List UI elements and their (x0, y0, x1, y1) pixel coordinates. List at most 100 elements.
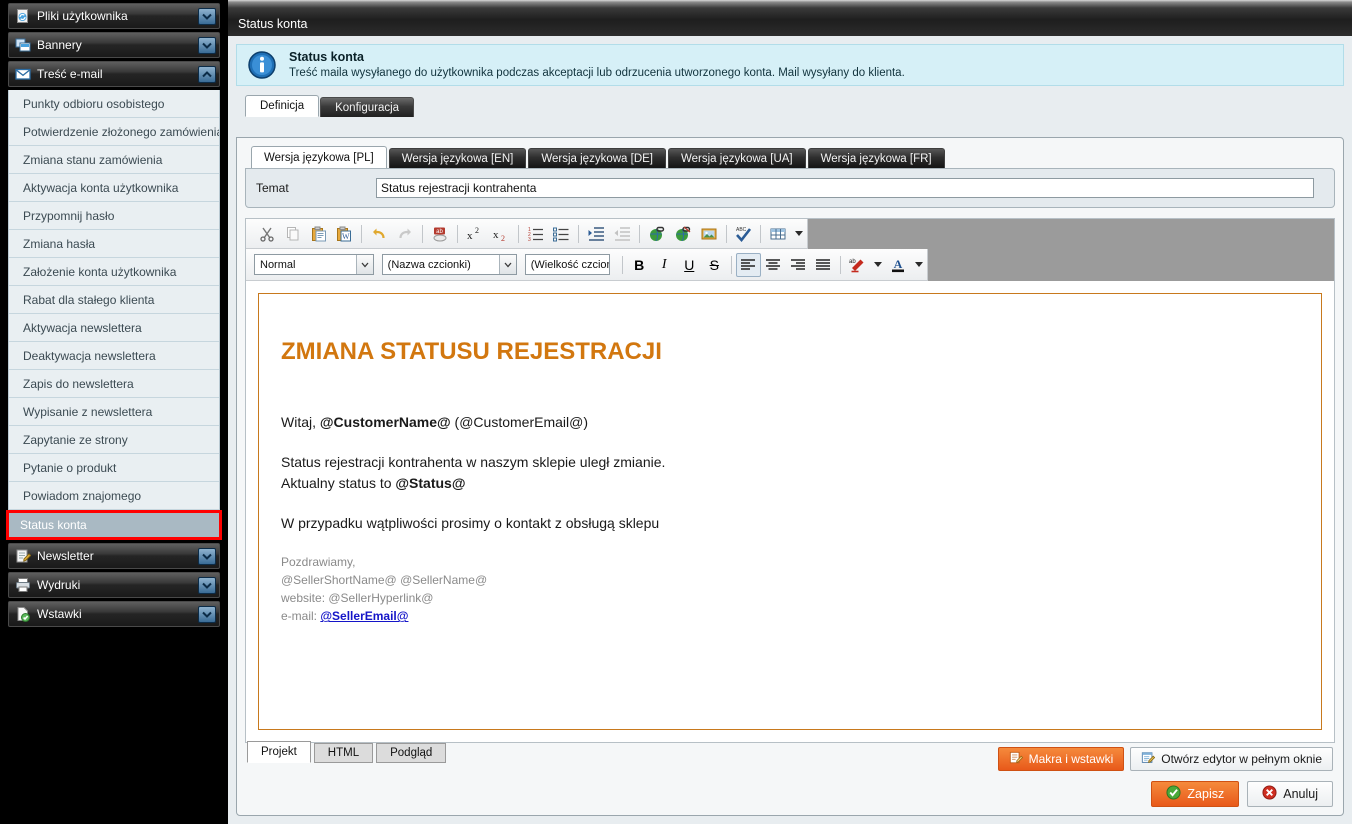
ordered-list-icon[interactable]: 123 (523, 222, 549, 246)
makra-i-wstawki-button[interactable]: Makra i wstawki (997, 747, 1125, 771)
info-title: Status konta (289, 49, 365, 64)
sidebar-item-label: Pytanie o produkt (23, 460, 117, 475)
strikethrough-button[interactable]: S (702, 253, 727, 277)
sidebar-item-punkty-odbioru[interactable]: Punkty odbioru osobistego (9, 90, 219, 118)
cancel-button[interactable]: Anuluj (1247, 781, 1333, 807)
sidebar-item-powiadom-znajomego[interactable]: Powiadom znajomego (9, 482, 219, 510)
signature-line-1: Pozdrawiamy, (281, 555, 356, 570)
svg-text:3: 3 (528, 237, 531, 242)
insert-image-icon[interactable] (696, 222, 722, 246)
sidebar-group-tresc-email[interactable]: Treść e-mail (8, 61, 220, 87)
sidebar-item-zmiana-stanu-zamowienia[interactable]: Zmiana stanu zamówienia (9, 146, 219, 174)
sidebar-item-aktywacja-konta[interactable]: Aktywacja konta użytkownika (9, 174, 219, 202)
tab-lang-ua[interactable]: Wersja językowa [UA] (668, 148, 806, 168)
sidebar-group-wstawki[interactable]: Wstawki (8, 601, 220, 627)
sidebar-group-label: Wstawki (37, 607, 82, 621)
superscript-icon[interactable]: x2 (462, 222, 488, 246)
sidebar-item-status-konta[interactable]: Status konta (6, 510, 222, 540)
font-color-button[interactable]: A (886, 253, 911, 277)
chevron-down-icon[interactable] (198, 36, 216, 54)
align-justify-button[interactable] (811, 253, 836, 277)
sidebar-group-pliki-uzytkownika[interactable]: Pliki użytkownika (8, 3, 220, 29)
customer-name-token: @CustomerName@ (319, 414, 451, 430)
subscript-icon[interactable]: x2 (488, 222, 514, 246)
chevron-down-icon[interactable] (198, 7, 216, 25)
underline-button[interactable]: U (677, 253, 702, 277)
svg-text:x: x (467, 230, 473, 242)
button-label: Otwórz edytor w pełnym oknie (1161, 752, 1322, 766)
editor-canvas[interactable]: ZMIANA STATUSU REJESTRACJI Witaj, @Custo… (246, 281, 1334, 742)
font-name-select[interactable]: (Nazwa czcionki) (381, 254, 517, 275)
sidebar-item-potwierdzenie-zamowienia[interactable]: Potwierdzenie złożonego zamówienia (9, 118, 219, 146)
chevron-down-icon[interactable] (198, 605, 216, 623)
indent-decrease-icon[interactable] (609, 222, 635, 246)
sidebar-item-label: Status konta (20, 518, 87, 532)
otworz-edytor-button[interactable]: Otwórz edytor w pełnym oknie (1130, 747, 1333, 771)
sidebar-group-newsletter[interactable]: Newsletter (8, 543, 220, 569)
tab-lang-en[interactable]: Wersja językowa [EN] (388, 148, 527, 168)
seller-email-link[interactable]: @SellerEmail@ (320, 609, 408, 623)
italic-button[interactable]: I (652, 253, 677, 277)
tab-lang-de[interactable]: Wersja językowa [DE] (528, 148, 666, 168)
email-label: e-mail: (281, 609, 321, 624)
paste-icon[interactable] (306, 222, 332, 246)
tab-projekt[interactable]: Projekt (247, 741, 311, 763)
save-button[interactable]: Zapisz (1151, 781, 1240, 807)
sidebar-item-deaktywacja-newslettera[interactable]: Deaktywacja newslettera (9, 342, 219, 370)
tab-podglad[interactable]: Podgląd (376, 743, 447, 763)
toolbar-separator (730, 255, 732, 274)
insert-link-icon[interactable] (644, 222, 670, 246)
paste-from-word-icon[interactable]: W (332, 222, 358, 246)
sidebar-item-aktywacja-newslettera[interactable]: Aktywacja newslettera (9, 314, 219, 342)
font-size-select[interactable]: (Wielkość czcionki) (524, 254, 610, 275)
envelope-icon (15, 66, 31, 82)
insert-table-icon[interactable] (765, 222, 791, 246)
spellcheck-icon[interactable]: ABC (731, 222, 757, 246)
align-center-button[interactable] (761, 253, 786, 277)
find-replace-icon[interactable]: ab (427, 222, 453, 246)
tab-lang-pl[interactable]: Wersja językowa [PL] (251, 146, 387, 168)
redo-icon[interactable] (392, 222, 418, 246)
tab-lang-fr[interactable]: Wersja językowa [FR] (807, 148, 945, 168)
unordered-list-icon[interactable] (548, 222, 574, 246)
copy-icon[interactable] (280, 222, 306, 246)
sidebar-item-zapis-do-newslettera[interactable]: Zapis do newslettera (9, 370, 219, 398)
highlight-dropdown-caret-icon[interactable] (873, 262, 882, 267)
email-greeting: Witaj, @CustomerName@ (@CustomerEmail@) (281, 412, 1299, 432)
email-body: ZMIANA STATUSU REJESTRACJI Witaj, @Custo… (258, 293, 1322, 730)
sidebar-item-zmiana-hasla[interactable]: Zmiana hasła (9, 230, 219, 258)
sidebar-group-wydruki[interactable]: Wydruki (8, 572, 220, 598)
sidebar-group-label: Pliki użytkownika (37, 9, 128, 23)
chevron-up-icon[interactable] (198, 65, 216, 83)
align-right-button[interactable] (786, 253, 811, 277)
text-highlight-button[interactable]: ab (845, 253, 870, 277)
email-body-line-1: Status rejestracji kontrahenta w naszym … (281, 454, 666, 471)
toolbar-separator (621, 255, 623, 274)
sidebar-item-rabat-stalego-klienta[interactable]: Rabat dla stałego klienta (9, 286, 219, 314)
paragraph-style-select[interactable]: Normal (254, 254, 374, 275)
chevron-down-icon[interactable] (198, 547, 216, 565)
sidebar-item-label: Przypomnij hasło (23, 208, 115, 223)
sidebar-item-przypomnij-haslo[interactable]: Przypomnij hasło (9, 202, 219, 230)
sidebar-item-zapytanie-ze-strony[interactable]: Zapytanie ze strony (9, 426, 219, 454)
chevron-down-icon[interactable] (198, 576, 216, 594)
tab-html[interactable]: HTML (313, 743, 374, 763)
sidebar-item-wypisanie-z-newslettera[interactable]: Wypisanie z newslettera (9, 398, 219, 426)
remove-link-icon[interactable] (670, 222, 696, 246)
tab-konfiguracja[interactable]: Konfiguracja (320, 97, 415, 117)
sidebar-item-zalozenie-konta[interactable]: Założenie konta użytkownika (9, 258, 219, 286)
bold-button[interactable]: B (627, 253, 652, 277)
undo-icon[interactable] (366, 222, 392, 246)
subject-input[interactable] (376, 178, 1314, 198)
fontcolor-dropdown-caret-icon[interactable] (915, 262, 923, 267)
email-body-line-2: Aktualny status to @Status@ (281, 473, 1299, 493)
sidebar-item-pytanie-o-produkt[interactable]: Pytanie o produkt (9, 454, 219, 482)
sidebar-item-label: Punkty odbioru osobistego (23, 96, 165, 111)
indent-increase-icon[interactable] (583, 222, 609, 246)
html-editor: W ab x2 x2 123 ABC Normal (Nazwa czcionk… (245, 218, 1335, 743)
sidebar-group-bannery[interactable]: Bannery (8, 32, 220, 58)
cut-icon[interactable] (254, 222, 280, 246)
align-left-button[interactable] (735, 252, 761, 277)
table-dropdown-caret-icon[interactable] (795, 231, 804, 236)
tab-definicja[interactable]: Definicja (245, 95, 320, 117)
